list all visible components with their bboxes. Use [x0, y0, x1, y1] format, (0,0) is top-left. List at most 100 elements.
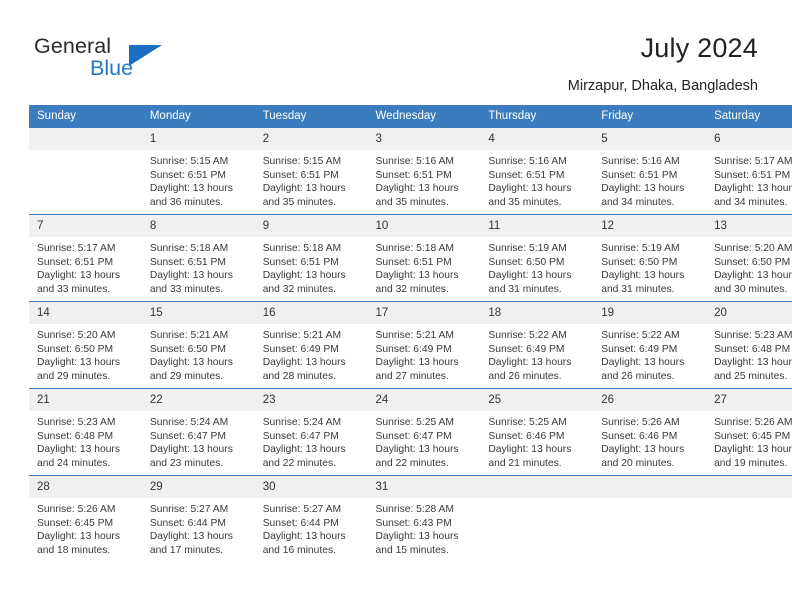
page-header: General Blue July 2024 Mirzapur, Dhaka, … [0, 0, 792, 100]
day-number: 17 [367, 302, 481, 324]
day-number: 27 [706, 389, 792, 411]
calendar-day-cell[interactable]: 6 Sunrise: 5:17 AM Sunset: 6:51 PM Daylight… [706, 127, 792, 215]
sunrise-time: Sunrise: 5:27 AM [149, 504, 229, 515]
calendar-day-cell[interactable]: 9 Sunrise: 5:18 AM Sunset: 6:51 PM Daylight… [254, 214, 368, 302]
daylight-duration-line2: and 35 minutes. [488, 196, 562, 208]
day-number: 26 [593, 389, 707, 411]
calendar-day-cell[interactable]: 22 Sunrise: 5:24 AM Sunset: 6:47 PM Dayligh… [141, 388, 255, 476]
daylight-duration-line1: Daylight: 13 hours [262, 531, 346, 543]
calendar-day-cell[interactable]: 25 Sunrise: 5:25 AM Sunset: 6:46 PM Dayligh… [480, 388, 594, 476]
sunset-time: Sunset: 6:45 PM [37, 517, 114, 529]
sunrise-time: Sunrise: 5:18 AM [262, 243, 342, 254]
daylight-duration-line1: Daylight: 13 hours [262, 444, 346, 456]
sunset-time: Sunset: 6:49 PM [375, 343, 452, 355]
day-details: Sunrise: 5:24 AM Sunset: 6:47 PM Daylight:… [255, 411, 368, 470]
calendar-day-cell[interactable]: 18 Sunrise: 5:22 AM Sunset: 6:49 PM Dayligh… [480, 301, 594, 389]
sunrise-time: Sunrise: 5:26 AM [601, 417, 680, 428]
daylight-duration-line1: Daylight: 13 hours [714, 357, 792, 369]
calendar-day-cell[interactable]: 21 Sunrise: 5:23 AM Sunset: 6:48 PM Dayligh… [29, 388, 142, 476]
sunset-time: Sunset: 6:48 PM [37, 430, 114, 442]
calendar-day-cell[interactable]: 27 Sunrise: 5:26 AM Sunset: 6:45 PM Dayligh… [706, 388, 792, 476]
calendar-day-cell[interactable]: 29 Sunrise: 5:27 AM Sunset: 6:44 PM Dayligh… [141, 475, 255, 562]
calendar-day-cell[interactable]: 16 Sunrise: 5:21 AM Sunset: 6:49 PM Dayligh… [254, 301, 368, 389]
calendar-day-cell[interactable]: 31 Sunrise: 5:28 AM Sunset: 6:43 PM Dayligh… [367, 475, 481, 562]
calendar-day-cell[interactable]: 5 Sunrise: 5:16 AM Sunset: 6:51 PM Daylight… [593, 127, 707, 215]
day-number [593, 476, 707, 498]
calendar-day-cell[interactable]: 10 Sunrise: 5:18 AM Sunset: 6:51 PM Dayligh… [367, 214, 481, 302]
day-details: Sunrise: 5:24 AM Sunset: 6:47 PM Daylight:… [142, 411, 255, 470]
calendar-day-cell-empty [706, 475, 792, 562]
sunrise-time: Sunrise: 5:27 AM [262, 504, 342, 515]
daylight-duration-line2: and 31 minutes. [601, 283, 675, 295]
sunset-time: Sunset: 6:48 PM [714, 343, 791, 355]
calendar-day-cell[interactable]: 20 Sunrise: 5:23 AM Sunset: 6:48 PM Dayligh… [706, 301, 792, 389]
sunrise-time: Sunrise: 5:23 AM [714, 330, 792, 341]
brand-logo[interactable]: General Blue [34, 34, 264, 90]
sunset-time: Sunset: 6:51 PM [601, 169, 678, 181]
brand-name-blue: Blue [90, 56, 134, 80]
calendar-day-cell[interactable]: 28 Sunrise: 5:26 AM Sunset: 6:45 PM Dayligh… [29, 475, 142, 562]
calendar-week-row: 21 Sunrise: 5:23 AM Sunset: 6:48 PM Dayligh… [29, 388, 792, 476]
daylight-duration-line2: and 26 minutes. [601, 370, 675, 382]
sunrise-time: Sunrise: 5:26 AM [37, 504, 116, 515]
sunrise-time: Sunrise: 5:17 AM [714, 156, 792, 167]
calendar-day-cell[interactable]: 2 Sunrise: 5:15 AM Sunset: 6:51 PM Daylight… [254, 127, 368, 215]
sunset-time: Sunset: 6:50 PM [601, 256, 678, 268]
daylight-duration-line1: Daylight: 13 hours [601, 444, 685, 456]
day-details: Sunrise: 5:18 AM Sunset: 6:51 PM Daylight:… [255, 237, 368, 296]
daylight-duration-line1: Daylight: 13 hours [714, 270, 792, 282]
day-details: Sunrise: 5:21 AM Sunset: 6:50 PM Daylight:… [142, 324, 255, 383]
daylight-duration-line2: and 27 minutes. [375, 370, 449, 382]
calendar-day-cell[interactable]: 15 Sunrise: 5:21 AM Sunset: 6:50 PM Dayligh… [141, 301, 255, 389]
sunset-time: Sunset: 6:50 PM [37, 343, 114, 355]
sunset-time: Sunset: 6:49 PM [601, 343, 678, 355]
calendar-day-cell[interactable]: 7 Sunrise: 5:17 AM Sunset: 6:51 PM Daylight… [29, 214, 142, 302]
sunset-time: Sunset: 6:44 PM [262, 517, 339, 529]
sunset-time: Sunset: 6:50 PM [149, 343, 226, 355]
triangle-icon [129, 45, 162, 66]
calendar-day-cell[interactable]: 30 Sunrise: 5:27 AM Sunset: 6:44 PM Dayligh… [254, 475, 368, 562]
day-details: Sunrise: 5:16 AM Sunset: 6:51 PM Daylight:… [480, 150, 593, 209]
calendar-day-cell[interactable]: 23 Sunrise: 5:24 AM Sunset: 6:47 PM Dayligh… [254, 388, 368, 476]
daylight-duration-line1: Daylight: 13 hours [488, 183, 572, 195]
calendar-day-cell[interactable]: 1 Sunrise: 5:15 AM Sunset: 6:51 PM Daylight… [141, 127, 255, 215]
day-number: 18 [480, 302, 594, 324]
sunrise-time: Sunrise: 5:19 AM [488, 243, 567, 254]
daylight-duration-line2: and 16 minutes. [262, 544, 336, 556]
day-details: Sunrise: 5:16 AM Sunset: 6:51 PM Daylight:… [368, 150, 481, 209]
calendar-day-cell[interactable]: 8 Sunrise: 5:18 AM Sunset: 6:51 PM Daylight… [141, 214, 255, 302]
day-number: 6 [706, 128, 792, 150]
calendar-day-cell[interactable]: 12 Sunrise: 5:19 AM Sunset: 6:50 PM Dayligh… [593, 214, 707, 302]
sunrise-time: Sunrise: 5:20 AM [37, 330, 116, 341]
calendar-day-cell[interactable]: 14 Sunrise: 5:20 AM Sunset: 6:50 PM Dayligh… [29, 301, 142, 389]
calendar-day-cell-empty [29, 127, 142, 215]
daylight-duration-line2: and 35 minutes. [262, 196, 336, 208]
day-details: Sunrise: 5:25 AM Sunset: 6:46 PM Daylight:… [480, 411, 593, 470]
calendar-day-cell[interactable]: 19 Sunrise: 5:22 AM Sunset: 6:49 PM Dayligh… [593, 301, 707, 389]
day-details: Sunrise: 5:21 AM Sunset: 6:49 PM Daylight:… [255, 324, 368, 383]
day-number: 29 [141, 476, 255, 498]
daylight-duration-line1: Daylight: 13 hours [375, 531, 459, 543]
daylight-duration-line2: and 24 minutes. [37, 457, 111, 469]
calendar-day-cell[interactable]: 24 Sunrise: 5:25 AM Sunset: 6:47 PM Dayligh… [367, 388, 481, 476]
calendar-day-cell[interactable]: 11 Sunrise: 5:19 AM Sunset: 6:50 PM Dayligh… [480, 214, 594, 302]
daylight-duration-line1: Daylight: 13 hours [37, 270, 120, 282]
daylight-duration-line2: and 18 minutes. [37, 544, 111, 556]
sunset-time: Sunset: 6:50 PM [488, 256, 565, 268]
calendar-day-cell[interactable]: 13 Sunrise: 5:20 AM Sunset: 6:50 PM Dayligh… [706, 214, 792, 302]
daylight-duration-line2: and 28 minutes. [262, 370, 336, 382]
calendar-day-cell[interactable]: 4 Sunrise: 5:16 AM Sunset: 6:51 PM Daylight… [480, 127, 594, 215]
day-details: Sunrise: 5:28 AM Sunset: 6:43 PM Daylight:… [368, 498, 481, 557]
day-details: Sunrise: 5:17 AM Sunset: 6:51 PM Daylight:… [29, 237, 142, 296]
day-number: 20 [706, 302, 792, 324]
day-details: Sunrise: 5:27 AM Sunset: 6:44 PM Daylight:… [142, 498, 255, 557]
day-number [706, 476, 792, 498]
daylight-duration-line2: and 25 minutes. [714, 370, 788, 382]
sunrise-time: Sunrise: 5:21 AM [375, 330, 454, 341]
calendar-day-cell[interactable]: 26 Sunrise: 5:26 AM Sunset: 6:46 PM Dayligh… [593, 388, 707, 476]
calendar-day-cell[interactable]: 3 Sunrise: 5:16 AM Sunset: 6:51 PM Daylight… [367, 127, 481, 215]
day-number: 9 [254, 215, 368, 237]
calendar-day-cell-empty [593, 475, 707, 562]
daylight-duration-line2: and 32 minutes. [375, 283, 449, 295]
calendar-day-cell[interactable]: 17 Sunrise: 5:21 AM Sunset: 6:49 PM Dayligh… [367, 301, 481, 389]
